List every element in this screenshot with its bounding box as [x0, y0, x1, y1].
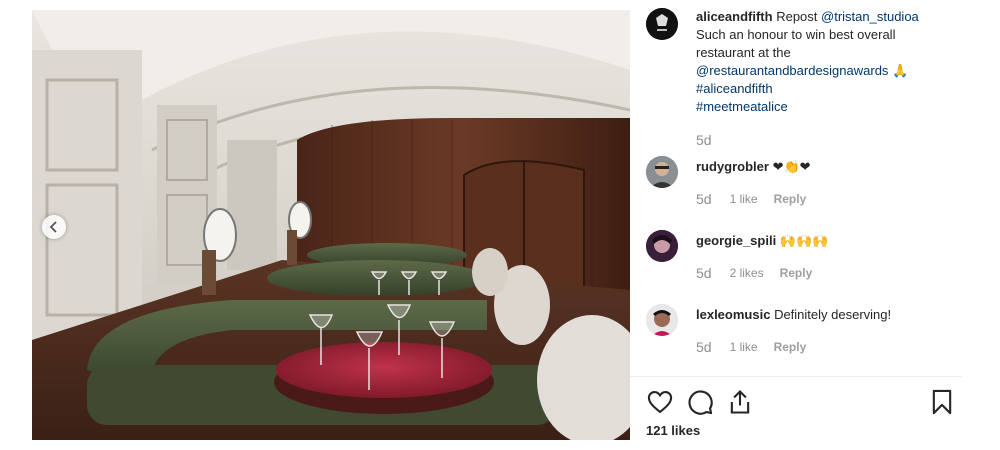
author-username[interactable]: aliceandfifth	[696, 9, 773, 24]
comment-username[interactable]: lexleomusic	[696, 307, 770, 322]
comment-emoji: ❤👏❤	[772, 159, 811, 174]
caption-line-1: Such an honour to win best overall	[696, 27, 896, 42]
comment-icon	[688, 390, 713, 415]
comment-likes[interactable]: 2 likes	[730, 266, 764, 280]
commenter-avatar[interactable]	[646, 156, 678, 188]
comment-meta: 5d 2 likes Reply	[696, 265, 812, 281]
comment-text: georgie_spili 🙌🙌🙌	[696, 232, 946, 250]
comment-body: Definitely deserving!	[774, 307, 892, 322]
pray-emoji: 🙏	[892, 63, 909, 78]
comment-meta: 5d 1 like Reply	[696, 339, 806, 355]
post-caption: aliceandfifth Repost @tristan_studioa Su…	[646, 8, 956, 148]
comment-text: rudygrobler ❤👏❤	[696, 158, 946, 176]
comment-time[interactable]: 5d	[696, 191, 712, 207]
hashtag-link-2[interactable]: #meetmeatalice	[696, 99, 788, 114]
caption-prefix: Repost	[776, 9, 818, 24]
action-bar	[646, 388, 956, 416]
chevron-left-icon	[49, 221, 57, 233]
repost-mention-link[interactable]: @tristan_studioa	[821, 9, 919, 24]
comment-likes[interactable]: 1 like	[730, 340, 758, 354]
comment-text: lexleomusic Definitely deserving!	[696, 306, 946, 324]
hashtag-link-1[interactable]: #aliceandfifth	[696, 81, 773, 96]
like-button[interactable]	[646, 388, 674, 416]
actions-divider	[630, 376, 962, 377]
award-mention-link[interactable]: @restaurantandbardesignawards	[696, 63, 888, 78]
save-button[interactable]	[928, 388, 956, 416]
comment-button[interactable]	[686, 388, 714, 416]
caption-text: aliceandfifth Repost @tristan_studioa Su…	[696, 8, 946, 116]
caption-time[interactable]: 5d	[696, 132, 712, 148]
commenter-avatar[interactable]	[646, 230, 678, 262]
comment-time[interactable]: 5d	[696, 265, 712, 281]
avatar-photo-icon	[646, 304, 678, 336]
reply-button[interactable]: Reply	[780, 266, 813, 280]
commenter-avatar[interactable]	[646, 304, 678, 336]
author-avatar[interactable]	[646, 8, 678, 40]
share-button[interactable]	[726, 388, 754, 416]
comment-item: lexleomusic Definitely deserving! 5d 1 l…	[646, 304, 956, 360]
comment-username[interactable]: georgie_spili	[696, 233, 776, 248]
comment-username[interactable]: rudygrobler	[696, 159, 769, 174]
reply-button[interactable]: Reply	[774, 192, 807, 206]
likes-count[interactable]: 121 likes	[646, 423, 700, 438]
avatar-photo-icon	[646, 230, 678, 262]
comment-item: rudygrobler ❤👏❤ 5d 1 like Reply	[646, 156, 956, 212]
caption-line-2: restaurant at the	[696, 45, 791, 60]
carousel-prev-button[interactable]	[42, 215, 66, 239]
comment-emoji: 🙌🙌🙌	[779, 233, 829, 248]
share-icon	[730, 390, 750, 414]
comment-meta: 5d 1 like Reply	[696, 191, 806, 207]
heart-icon	[647, 391, 673, 414]
caption-meta: 5d	[696, 132, 730, 148]
comments-panel: aliceandfifth Repost @tristan_studioa Su…	[630, 0, 970, 450]
post-photo[interactable]	[32, 10, 630, 440]
brand-logo-icon	[646, 8, 678, 40]
bookmark-icon	[932, 389, 952, 415]
reply-button[interactable]: Reply	[774, 340, 807, 354]
comment-time[interactable]: 5d	[696, 339, 712, 355]
comment-likes[interactable]: 1 like	[730, 192, 758, 206]
avatar-photo-icon	[646, 156, 678, 188]
restaurant-interior-image	[32, 10, 630, 440]
comment-item: georgie_spili 🙌🙌🙌 5d 2 likes Reply	[646, 230, 956, 286]
